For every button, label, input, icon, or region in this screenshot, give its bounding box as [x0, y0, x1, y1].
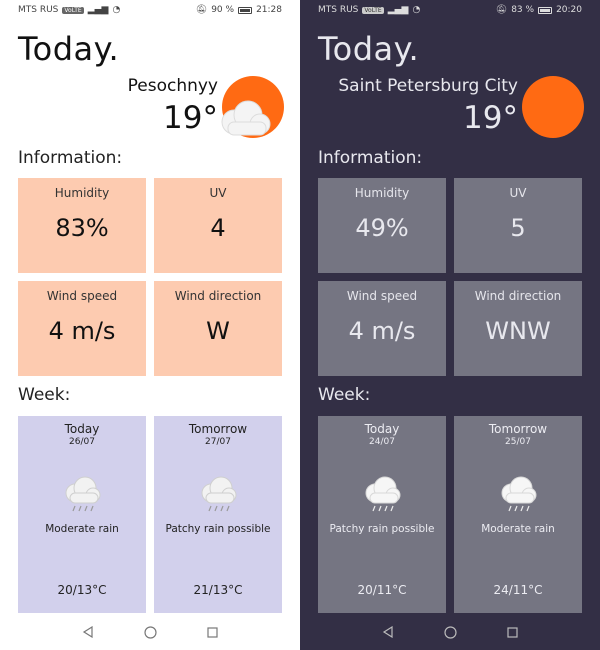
battery-percent: 83 %	[511, 5, 535, 15]
recents-icon[interactable]	[205, 625, 219, 639]
wind-direction-label: Wind direction	[474, 289, 562, 303]
clock: 20:20	[556, 5, 582, 15]
current-temperature: 19°	[163, 100, 218, 136]
clock: 21:28	[256, 5, 282, 15]
information-heading: Information:	[18, 148, 123, 168]
humidity-label: Humidity	[354, 186, 410, 200]
battery-percent: 90 %	[211, 5, 235, 15]
day-date: 25/07	[505, 437, 531, 447]
location-name: Saint Petersburg City	[338, 76, 518, 96]
rain-cloud-icon	[201, 476, 237, 512]
day-temperature: 24/11°C	[493, 583, 543, 597]
signal-icon: ▂▄▆	[387, 5, 409, 15]
cloud-icon	[221, 100, 271, 136]
day-card-tomorrow[interactable]: Tomorrow 27/07 Patchy rain possible 21/1…	[154, 416, 282, 613]
wind-direction-value: WNW	[485, 317, 551, 345]
day-name: Tomorrow	[488, 422, 548, 436]
wind-direction-card: Wind direction W	[154, 281, 282, 376]
day-date: 26/07	[69, 437, 95, 447]
back-icon[interactable]	[381, 625, 395, 639]
status-bar: MTS RUS VoLTE ▂▄▆ ◔ 🔕︎ 83 % 20:20	[300, 0, 600, 20]
day-condition: Moderate rain	[481, 523, 555, 535]
wind-speed-card: Wind speed 4 m/s	[318, 281, 446, 376]
wind-speed-card: Wind speed 4 m/s	[18, 281, 146, 376]
battery-icon	[538, 6, 553, 14]
humidity-card: Humidity 49%	[318, 178, 446, 273]
day-temperature: 20/13°C	[57, 583, 107, 597]
day-card-today[interactable]: Today 24/07 Patchy rain possible 20/11°C	[318, 416, 446, 613]
wind-direction-card: Wind direction WNW	[454, 281, 582, 376]
uv-card: UV 4	[154, 178, 282, 273]
dark-theme-screen: MTS RUS VoLTE ▂▄▆ ◔ 🔕︎ 83 % 20:20 Today.…	[300, 0, 600, 650]
mute-icon: 🔕︎	[495, 5, 508, 15]
volte-badge: VoLTE	[62, 6, 84, 14]
week-heading: Week:	[318, 385, 371, 405]
rain-cloud-icon	[501, 476, 537, 512]
wind-speed-value: 4 m/s	[348, 317, 416, 345]
page-title: Today.	[318, 30, 420, 68]
home-icon[interactable]	[443, 625, 457, 639]
sun-icon	[522, 76, 584, 138]
battery-icon	[238, 6, 253, 14]
humidity-value: 49%	[355, 214, 409, 242]
uv-card: UV 5	[454, 178, 582, 273]
navigation-bar	[0, 614, 300, 650]
uv-label: UV	[209, 186, 227, 200]
wind-speed-label: Wind speed	[46, 289, 118, 303]
uv-value: 5	[510, 214, 526, 242]
day-date: 27/07	[205, 437, 231, 447]
mute-icon: 🔕︎	[195, 5, 208, 15]
home-icon[interactable]	[143, 625, 157, 639]
day-condition: Patchy rain possible	[165, 523, 271, 535]
day-condition: Moderate rain	[45, 523, 119, 535]
humidity-label: Humidity	[54, 186, 110, 200]
rain-cloud-icon	[65, 476, 101, 512]
page-title: Today.	[18, 30, 120, 68]
day-temperature: 20/11°C	[357, 583, 407, 597]
day-card-tomorrow[interactable]: Tomorrow 25/07 Moderate rain 24/11°C	[454, 416, 582, 613]
volte-badge: VoLTE	[362, 6, 384, 14]
information-heading: Information:	[318, 148, 423, 168]
carrier-name: MTS RUS	[318, 5, 359, 15]
day-date: 24/07	[369, 437, 395, 447]
week-heading: Week:	[18, 385, 71, 405]
day-card-today[interactable]: Today 26/07 Moderate rain 20/13°C	[18, 416, 146, 613]
humidity-value: 83%	[55, 214, 109, 242]
status-bar: MTS RUS VoLTE ▂▄▆ ◔ 🔕︎ 90 % 21:28	[0, 0, 300, 20]
wind-speed-value: 4 m/s	[48, 317, 116, 345]
wind-speed-label: Wind speed	[346, 289, 418, 303]
wifi-icon: ◔	[112, 5, 121, 15]
light-theme-screen: MTS RUS VoLTE ▂▄▆ ◔ 🔕︎ 90 % 21:28 Today.…	[0, 0, 300, 650]
day-name: Today	[64, 422, 100, 436]
location-name: Pesochnyy	[127, 76, 218, 96]
current-temperature: 19°	[463, 100, 518, 136]
signal-icon: ▂▄▆	[87, 5, 109, 15]
back-icon[interactable]	[81, 625, 95, 639]
wind-direction-label: Wind direction	[174, 289, 262, 303]
wifi-icon: ◔	[412, 5, 421, 15]
rain-cloud-icon	[365, 476, 401, 512]
day-name: Tomorrow	[188, 422, 248, 436]
navigation-bar	[300, 614, 600, 650]
recents-icon[interactable]	[505, 625, 519, 639]
day-temperature: 21/13°C	[193, 583, 243, 597]
day-name: Today	[364, 422, 400, 436]
carrier-name: MTS RUS	[18, 5, 59, 15]
day-condition: Patchy rain possible	[329, 523, 435, 535]
humidity-card: Humidity 83%	[18, 178, 146, 273]
wind-direction-value: W	[206, 317, 230, 345]
uv-label: UV	[509, 186, 527, 200]
uv-value: 4	[210, 214, 226, 242]
